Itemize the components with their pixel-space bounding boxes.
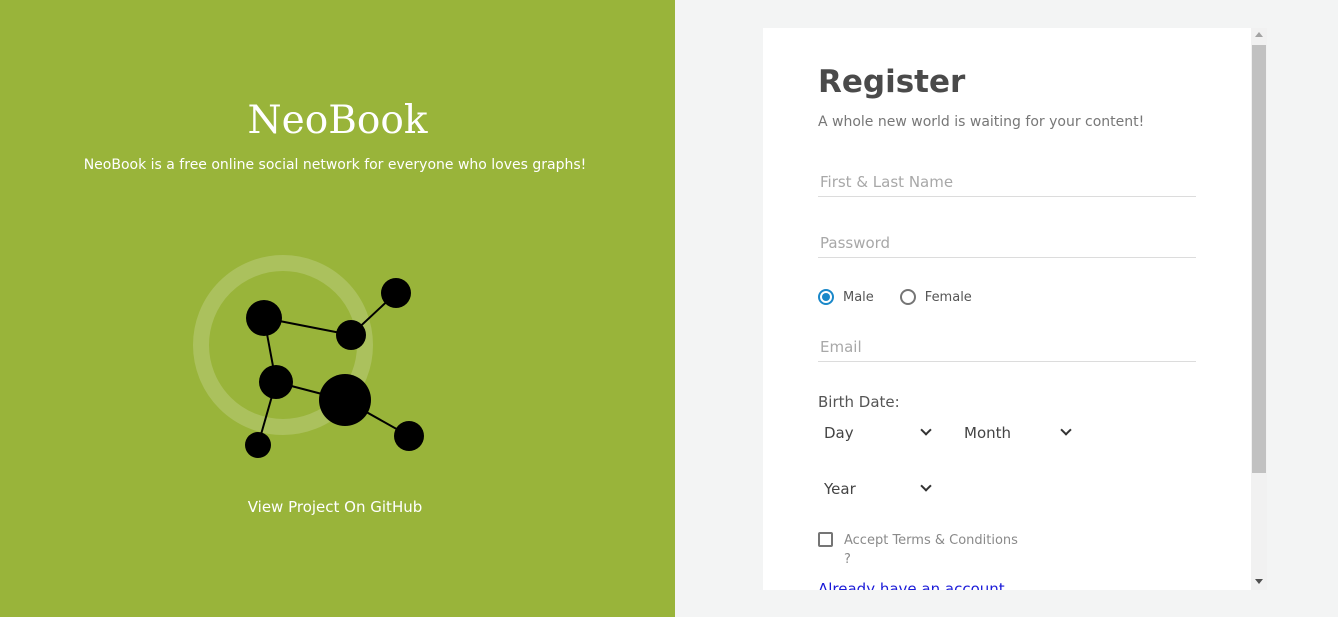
year-select-value: Year bbox=[824, 480, 856, 498]
scroll-up-arrow-icon[interactable] bbox=[1255, 32, 1263, 37]
graph-node bbox=[336, 320, 366, 350]
page-subtitle: A whole new world is waiting for your co… bbox=[818, 114, 1145, 130]
gender-radio-group: Male Female bbox=[818, 289, 998, 305]
graph-node bbox=[259, 365, 293, 399]
day-select[interactable]: Day bbox=[818, 420, 934, 446]
month-select-value: Month bbox=[964, 424, 1012, 442]
graph-node bbox=[245, 432, 271, 458]
female-radio-label: Female bbox=[924, 289, 972, 305]
scroll-down-arrow-icon[interactable] bbox=[1255, 579, 1263, 584]
day-select-value: Day bbox=[824, 424, 854, 442]
chevron-down-icon bbox=[920, 424, 932, 436]
register-card: Register A whole new world is waiting fo… bbox=[763, 28, 1251, 590]
graph-node bbox=[381, 278, 411, 308]
terms-suffix: ? bbox=[844, 552, 851, 567]
graph-node bbox=[319, 374, 371, 426]
month-select[interactable]: Month bbox=[958, 420, 1074, 446]
name-field[interactable] bbox=[818, 167, 1196, 197]
chevron-down-icon bbox=[1060, 424, 1072, 436]
brand-title: NeoBook bbox=[247, 98, 428, 143]
scroll-thumb[interactable] bbox=[1252, 45, 1266, 473]
hero-panel: NeoBook NeoBook is a free online social … bbox=[0, 0, 675, 617]
terms-row: Accept Terms & Conditions ? bbox=[818, 531, 1018, 569]
brand-tagline: NeoBook is a free online social network … bbox=[83, 157, 587, 173]
password-field[interactable] bbox=[818, 228, 1196, 258]
graph-node bbox=[394, 421, 424, 451]
year-select[interactable]: Year bbox=[818, 476, 934, 502]
terms-checkbox[interactable] bbox=[818, 532, 833, 547]
chevron-down-icon bbox=[920, 480, 932, 492]
scrollbar[interactable] bbox=[1251, 28, 1267, 590]
login-link[interactable]: Already have an account bbox=[818, 580, 1005, 590]
terms-label: Accept Terms & Conditions bbox=[844, 533, 1018, 548]
male-radio-label: Male bbox=[843, 289, 874, 305]
birth-date-label: Birth Date: bbox=[818, 393, 900, 411]
page-title: Register bbox=[818, 64, 966, 100]
male-radio[interactable] bbox=[818, 289, 834, 305]
graph-node bbox=[246, 300, 282, 336]
github-link[interactable]: View Project On GitHub bbox=[0, 498, 670, 516]
graph-network-icon bbox=[193, 255, 424, 458]
email-field[interactable] bbox=[818, 332, 1196, 362]
female-radio[interactable] bbox=[899, 289, 916, 305]
terms-text: Accept Terms & Conditions ? bbox=[844, 531, 1018, 569]
